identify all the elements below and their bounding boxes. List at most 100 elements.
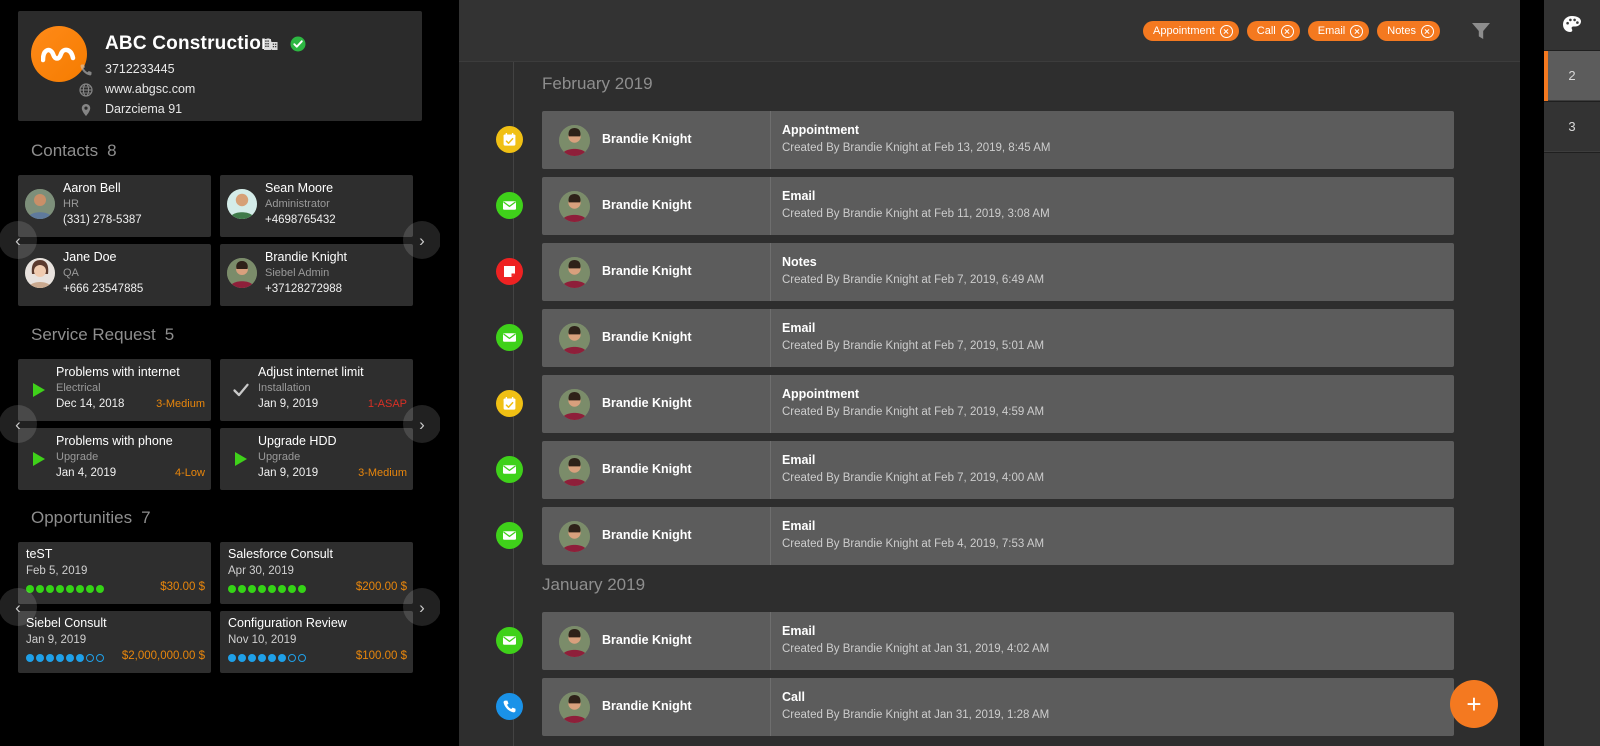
rail-item-3[interactable]: 3 (1544, 102, 1600, 152)
right-rail-filler (1544, 153, 1600, 746)
avatar (559, 521, 590, 552)
progress-dot (26, 654, 34, 662)
service-request-section-title: Service Request 5 (31, 325, 174, 345)
timeline-entry-divider (770, 375, 771, 433)
service-request-card[interactable]: Upgrade HDD Upgrade Jan 9, 2019 3-Medium (220, 428, 413, 490)
opportunity-card[interactable]: teST Feb 5, 2019 $30.00 $ (18, 542, 211, 604)
logo-glyph-icon (41, 47, 76, 63)
opportunities-count: 7 (141, 508, 151, 527)
opportunity-date: Feb 5, 2019 (26, 565, 88, 577)
service-request-date: Jan 9, 2019 (258, 398, 319, 410)
service-request-prev-button[interactable]: ‹ (0, 405, 37, 443)
timeline-entry[interactable]: Brandie Knight Email Created By Brandie Kn… (542, 309, 1454, 367)
service-request-priority: 3-Medium (156, 398, 205, 410)
theme-palette-button[interactable] (1544, 0, 1600, 50)
filter-chip-label: Call (1256, 25, 1276, 37)
timeline-entry[interactable]: Brandie Knight Call Created By Brandie Kni… (542, 678, 1454, 736)
filter-chip-label: Appointment (1153, 25, 1215, 37)
timeline-entry[interactable]: Brandie Knight Appointment Created By Bran… (542, 375, 1454, 433)
close-circle-icon[interactable] (1280, 24, 1294, 38)
timeline-entry-divider (770, 441, 771, 499)
contact-card[interactable]: Aaron Bell HR (331) 278-5387 (18, 175, 211, 237)
contacts-count: 8 (107, 141, 117, 160)
progress-dot (288, 654, 296, 662)
opportunity-card[interactable]: Salesforce Consult Apr 30, 2019 $200.00 … (220, 542, 413, 604)
progress-dot (258, 654, 266, 662)
service-request-priority: 3-Medium (358, 467, 407, 479)
company-website-row[interactable]: www.abgsc.com (79, 82, 196, 97)
contact-role: Administrator (265, 198, 330, 210)
avatar (559, 389, 590, 420)
opportunities-next-button[interactable]: › (403, 588, 440, 626)
timeline-entry-type: Appointment (782, 123, 860, 137)
service-request-card[interactable]: Adjust internet limit Installation Jan 9… (220, 359, 413, 421)
contacts-prev-button[interactable]: ‹ (0, 221, 37, 259)
contact-card[interactable]: Jane Doe QA +666 23547885 (18, 244, 211, 306)
close-circle-icon[interactable] (1421, 24, 1434, 38)
chevron-left-icon: ‹ (15, 230, 21, 250)
company-name: ABC Construction (105, 33, 273, 54)
service-request-next-button[interactable]: › (403, 405, 440, 443)
opportunity-title: Configuration Review (228, 616, 347, 630)
filter-chip-notes[interactable]: Notes (1377, 21, 1440, 41)
timeline-entry-type: Notes (782, 255, 817, 269)
timeline-entry-type: Email (782, 519, 816, 533)
progress-dot (298, 654, 306, 662)
timeline-entry[interactable]: Brandie Knight Notes Created By Brandie Kn… (542, 243, 1454, 301)
filter-chip-appointment[interactable]: Appointment (1143, 21, 1239, 41)
opportunity-amount: $200.00 $ (355, 581, 407, 593)
opportunity-amount: $2,000,000.00 $ (121, 650, 205, 662)
timeline-entry[interactable]: Brandie Knight Email Created By Brandie Kn… (542, 177, 1454, 235)
service-request-card[interactable]: Problems with internet Electrical Dec 14… (18, 359, 211, 421)
progress-dot (298, 585, 306, 593)
opportunity-card[interactable]: Siebel Consult Jan 9, 2019 $2,000,000.00… (18, 611, 211, 673)
timeline-entry-person: Brandie Knight (602, 462, 692, 476)
contact-card[interactable]: Sean Moore Administrator +4698765432 (220, 175, 413, 237)
service-request-title-label: Service Request (31, 325, 156, 344)
contacts-carousel: Aaron Bell HR (331) 278-5387 Sean Moore … (0, 175, 440, 306)
timeline-bullet-note-icon (496, 258, 523, 285)
service-request-date: Jan 9, 2019 (258, 467, 319, 479)
timeline-entry-person: Brandie Knight (602, 264, 692, 278)
filter-funnel-icon[interactable] (1470, 20, 1492, 42)
opportunities-prev-button[interactable]: ‹ (0, 588, 37, 626)
contacts-title-label: Contacts (31, 141, 99, 160)
rail-item-2[interactable]: 2 (1544, 51, 1600, 101)
company-address-value: Darzciema 91 (105, 102, 183, 116)
avatar (559, 125, 590, 156)
opportunity-card[interactable]: Configuration Review Nov 10, 2019 $100.0… (220, 611, 413, 673)
filter-chip-call[interactable]: Call (1246, 21, 1300, 41)
close-circle-icon[interactable] (1350, 24, 1364, 38)
timeline-entry[interactable]: Brandie Knight Email Created By Brandie Kn… (542, 507, 1454, 565)
progress-dot (278, 654, 286, 662)
filter-chip-email[interactable]: Email (1307, 21, 1370, 41)
timeline-bullet-calendar-icon (496, 126, 523, 153)
company-website-value: www.abgsc.com (105, 82, 196, 96)
progress-dot (96, 585, 104, 593)
add-activity-button[interactable]: + (1450, 680, 1498, 728)
timeline-bullet-envelope-icon (496, 192, 523, 219)
opportunities-title-label: Opportunities (31, 508, 133, 527)
timeline-entry[interactable]: Brandie Knight Email Created By Brandie Kn… (542, 612, 1454, 670)
contact-phone: +37128272988 (265, 283, 343, 295)
service-request-date: Dec 14, 2018 (56, 398, 125, 410)
contact-card[interactable]: Brandie Knight Siebel Admin +37128272988 (220, 244, 413, 306)
timeline-entry[interactable]: Brandie Knight Email Created By Brandie Kn… (542, 441, 1454, 499)
opportunities-carousel: teST Feb 5, 2019 $30.00 $ Salesforce Con… (0, 542, 440, 673)
timeline-entry-divider (770, 309, 771, 367)
timeline-entry-type: Call (782, 690, 805, 704)
service-request-type: Electrical (56, 382, 101, 394)
company-summary-card[interactable]: ABC Construction 3712233445 www.abgsc.co… (18, 11, 422, 121)
service-request-priority: 4-Low (175, 467, 205, 479)
timeline-bullet-phone-icon (496, 693, 523, 720)
service-request-card[interactable]: Problems with phone Upgrade Jan 4, 2019 … (18, 428, 211, 490)
service-request-title: Adjust internet limit (258, 365, 364, 379)
timeline-entry-divider (770, 243, 771, 301)
contacts-next-button[interactable]: › (403, 221, 440, 259)
timeline-entry[interactable]: Brandie Knight Appointment Created By Bran… (542, 111, 1454, 169)
close-circle-icon[interactable] (1219, 24, 1233, 38)
contact-phone: (331) 278-5387 (63, 214, 142, 226)
progress-dot (238, 654, 246, 662)
contact-name: Brandie Knight (265, 250, 348, 264)
progress-dot (66, 654, 74, 662)
